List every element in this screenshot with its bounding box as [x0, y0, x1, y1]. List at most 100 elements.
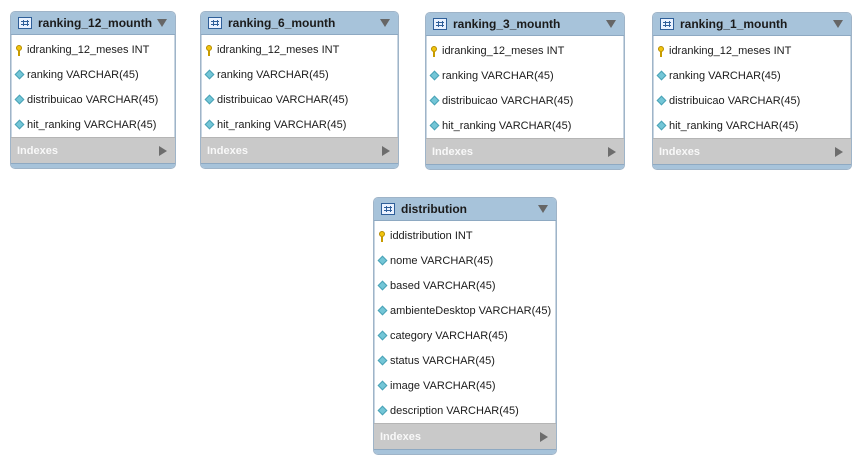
- table-columns: iddistribution INT nome VARCHAR(45) base…: [374, 221, 556, 423]
- table-footer-strip: [201, 163, 398, 168]
- diamond-column-icon: [16, 121, 23, 128]
- table-columns: idranking_12_meses INT ranking VARCHAR(4…: [201, 35, 398, 137]
- table-header[interactable]: distribution: [374, 198, 556, 221]
- column-label: image VARCHAR(45): [390, 379, 496, 392]
- column-row[interactable]: idranking_12_meses INT: [11, 37, 175, 62]
- triangle-right-icon[interactable]: [382, 146, 390, 156]
- indexes-section[interactable]: Indexes: [201, 137, 398, 163]
- triangle-down-icon[interactable]: [538, 205, 548, 213]
- column-label: status VARCHAR(45): [390, 354, 495, 367]
- column-row[interactable]: hit_ranking VARCHAR(45): [11, 112, 175, 137]
- column-row[interactable]: idranking_12_meses INT: [653, 38, 851, 63]
- column-label: nome VARCHAR(45): [390, 254, 494, 267]
- indexes-label: Indexes: [380, 430, 421, 443]
- diamond-column-icon: [431, 122, 438, 129]
- table-footer-strip: [374, 449, 556, 454]
- column-row[interactable]: hit_ranking VARCHAR(45): [653, 113, 851, 138]
- triangle-right-icon[interactable]: [835, 147, 843, 157]
- table-title: ranking_6_mounth: [228, 16, 336, 30]
- table-distribution[interactable]: distribution iddistribution INT nome VAR…: [373, 197, 557, 455]
- column-row[interactable]: idranking_12_meses INT: [201, 37, 398, 62]
- column-row[interactable]: distribuicao VARCHAR(45): [11, 87, 175, 112]
- column-row[interactable]: ambienteDesktop VARCHAR(45): [374, 298, 556, 323]
- table-title: ranking_1_mounth: [680, 17, 788, 31]
- indexes-section[interactable]: Indexes: [653, 138, 851, 164]
- column-row[interactable]: distribuicao VARCHAR(45): [201, 87, 398, 112]
- column-label: distribuicao VARCHAR(45): [27, 93, 159, 106]
- table-header[interactable]: ranking_12_mounth: [11, 12, 175, 35]
- column-label: description VARCHAR(45): [390, 404, 519, 417]
- table-header[interactable]: ranking_1_mounth: [653, 13, 851, 36]
- diamond-column-icon: [379, 332, 386, 339]
- diamond-column-icon: [658, 122, 665, 129]
- column-row[interactable]: distribuicao VARCHAR(45): [653, 88, 851, 113]
- indexes-section[interactable]: Indexes: [426, 138, 624, 164]
- column-row[interactable]: ranking VARCHAR(45): [11, 62, 175, 87]
- indexes-label: Indexes: [17, 144, 58, 157]
- column-row[interactable]: status VARCHAR(45): [374, 348, 556, 373]
- key-icon: [206, 44, 213, 56]
- diamond-column-icon: [431, 97, 438, 104]
- diamond-column-icon: [658, 97, 665, 104]
- column-label: based VARCHAR(45): [390, 279, 496, 292]
- column-row[interactable]: category VARCHAR(45): [374, 323, 556, 348]
- table-title: ranking_12_mounth: [38, 16, 153, 30]
- column-label: ranking VARCHAR(45): [669, 69, 781, 82]
- table-footer-strip: [426, 164, 624, 169]
- column-label: iddistribution INT: [390, 229, 473, 242]
- column-row[interactable]: distribuicao VARCHAR(45): [426, 88, 624, 113]
- triangle-down-icon[interactable]: [380, 19, 390, 27]
- column-row[interactable]: hit_ranking VARCHAR(45): [426, 113, 624, 138]
- triangle-down-icon[interactable]: [157, 19, 167, 27]
- table-grid-icon: [208, 17, 222, 29]
- diamond-column-icon: [16, 71, 23, 78]
- diamond-column-icon: [379, 407, 386, 414]
- key-icon: [658, 45, 665, 57]
- column-label: distribuicao VARCHAR(45): [669, 94, 801, 107]
- indexes-section[interactable]: Indexes: [11, 137, 175, 163]
- table-footer-strip: [11, 163, 175, 168]
- indexes-label: Indexes: [659, 145, 700, 158]
- column-row[interactable]: idranking_12_meses INT: [426, 38, 624, 63]
- triangle-right-icon[interactable]: [159, 146, 167, 156]
- column-label: ranking VARCHAR(45): [27, 68, 139, 81]
- table-header[interactable]: ranking_3_mounth: [426, 13, 624, 36]
- column-label: ranking VARCHAR(45): [442, 69, 554, 82]
- column-label: ranking VARCHAR(45): [217, 68, 329, 81]
- column-row[interactable]: ranking VARCHAR(45): [653, 63, 851, 88]
- table-columns: idranking_12_meses INT ranking VARCHAR(4…: [653, 36, 851, 138]
- triangle-down-icon[interactable]: [606, 20, 616, 28]
- triangle-down-icon[interactable]: [833, 20, 843, 28]
- indexes-label: Indexes: [432, 145, 473, 158]
- diamond-column-icon: [206, 71, 213, 78]
- column-row[interactable]: based VARCHAR(45): [374, 273, 556, 298]
- triangle-right-icon[interactable]: [608, 147, 616, 157]
- table-ranking-1-mounth[interactable]: ranking_1_mounth idranking_12_meses INT …: [652, 12, 852, 170]
- column-row[interactable]: ranking VARCHAR(45): [426, 63, 624, 88]
- column-row[interactable]: ranking VARCHAR(45): [201, 62, 398, 87]
- column-label: idranking_12_meses INT: [27, 43, 150, 56]
- column-row[interactable]: description VARCHAR(45): [374, 398, 556, 423]
- table-ranking-6-mounth[interactable]: ranking_6_mounth idranking_12_meses INT …: [200, 11, 399, 169]
- diamond-column-icon: [658, 72, 665, 79]
- column-label: idranking_12_meses INT: [217, 43, 340, 56]
- table-ranking-3-mounth[interactable]: ranking_3_mounth idranking_12_meses INT …: [425, 12, 625, 170]
- key-icon: [431, 45, 438, 57]
- table-footer-strip: [653, 164, 851, 169]
- column-label: idranking_12_meses INT: [669, 44, 792, 57]
- triangle-right-icon[interactable]: [540, 432, 548, 442]
- table-header[interactable]: ranking_6_mounth: [201, 12, 398, 35]
- table-ranking-12-mounth[interactable]: ranking_12_mounth idranking_12_meses INT…: [10, 11, 176, 169]
- column-row[interactable]: hit_ranking VARCHAR(45): [201, 112, 398, 137]
- indexes-section[interactable]: Indexes: [374, 423, 556, 449]
- table-columns: idranking_12_meses INT ranking VARCHAR(4…: [426, 36, 624, 138]
- column-row[interactable]: nome VARCHAR(45): [374, 248, 556, 273]
- column-row[interactable]: iddistribution INT: [374, 223, 556, 248]
- table-columns: idranking_12_meses INT ranking VARCHAR(4…: [11, 35, 175, 137]
- diamond-column-icon: [379, 282, 386, 289]
- column-label: hit_ranking VARCHAR(45): [27, 118, 157, 131]
- column-label: hit_ranking VARCHAR(45): [217, 118, 347, 131]
- diamond-column-icon: [379, 307, 386, 314]
- table-grid-icon: [18, 17, 32, 29]
- column-row[interactable]: image VARCHAR(45): [374, 373, 556, 398]
